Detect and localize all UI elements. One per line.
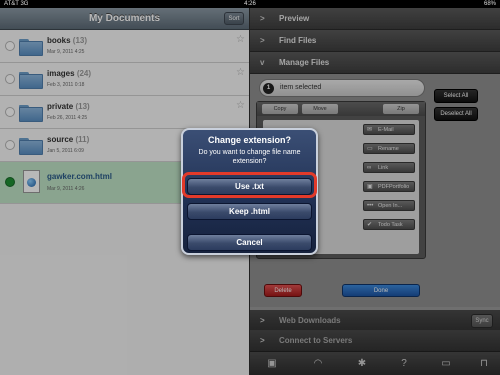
status-bar: AT&T 3G 4:26 68% <box>0 0 500 8</box>
highlight-ring <box>182 172 317 198</box>
clock: 4:26 <box>244 1 256 7</box>
battery-indicator: 68% <box>483 1 496 7</box>
keep-html-button[interactable]: Keep .html <box>187 203 312 220</box>
dialog-message: Do you want to change file name extensio… <box>198 149 301 165</box>
cancel-button[interactable]: Cancel <box>187 234 312 251</box>
dialog-title: Change extension? <box>207 135 291 145</box>
